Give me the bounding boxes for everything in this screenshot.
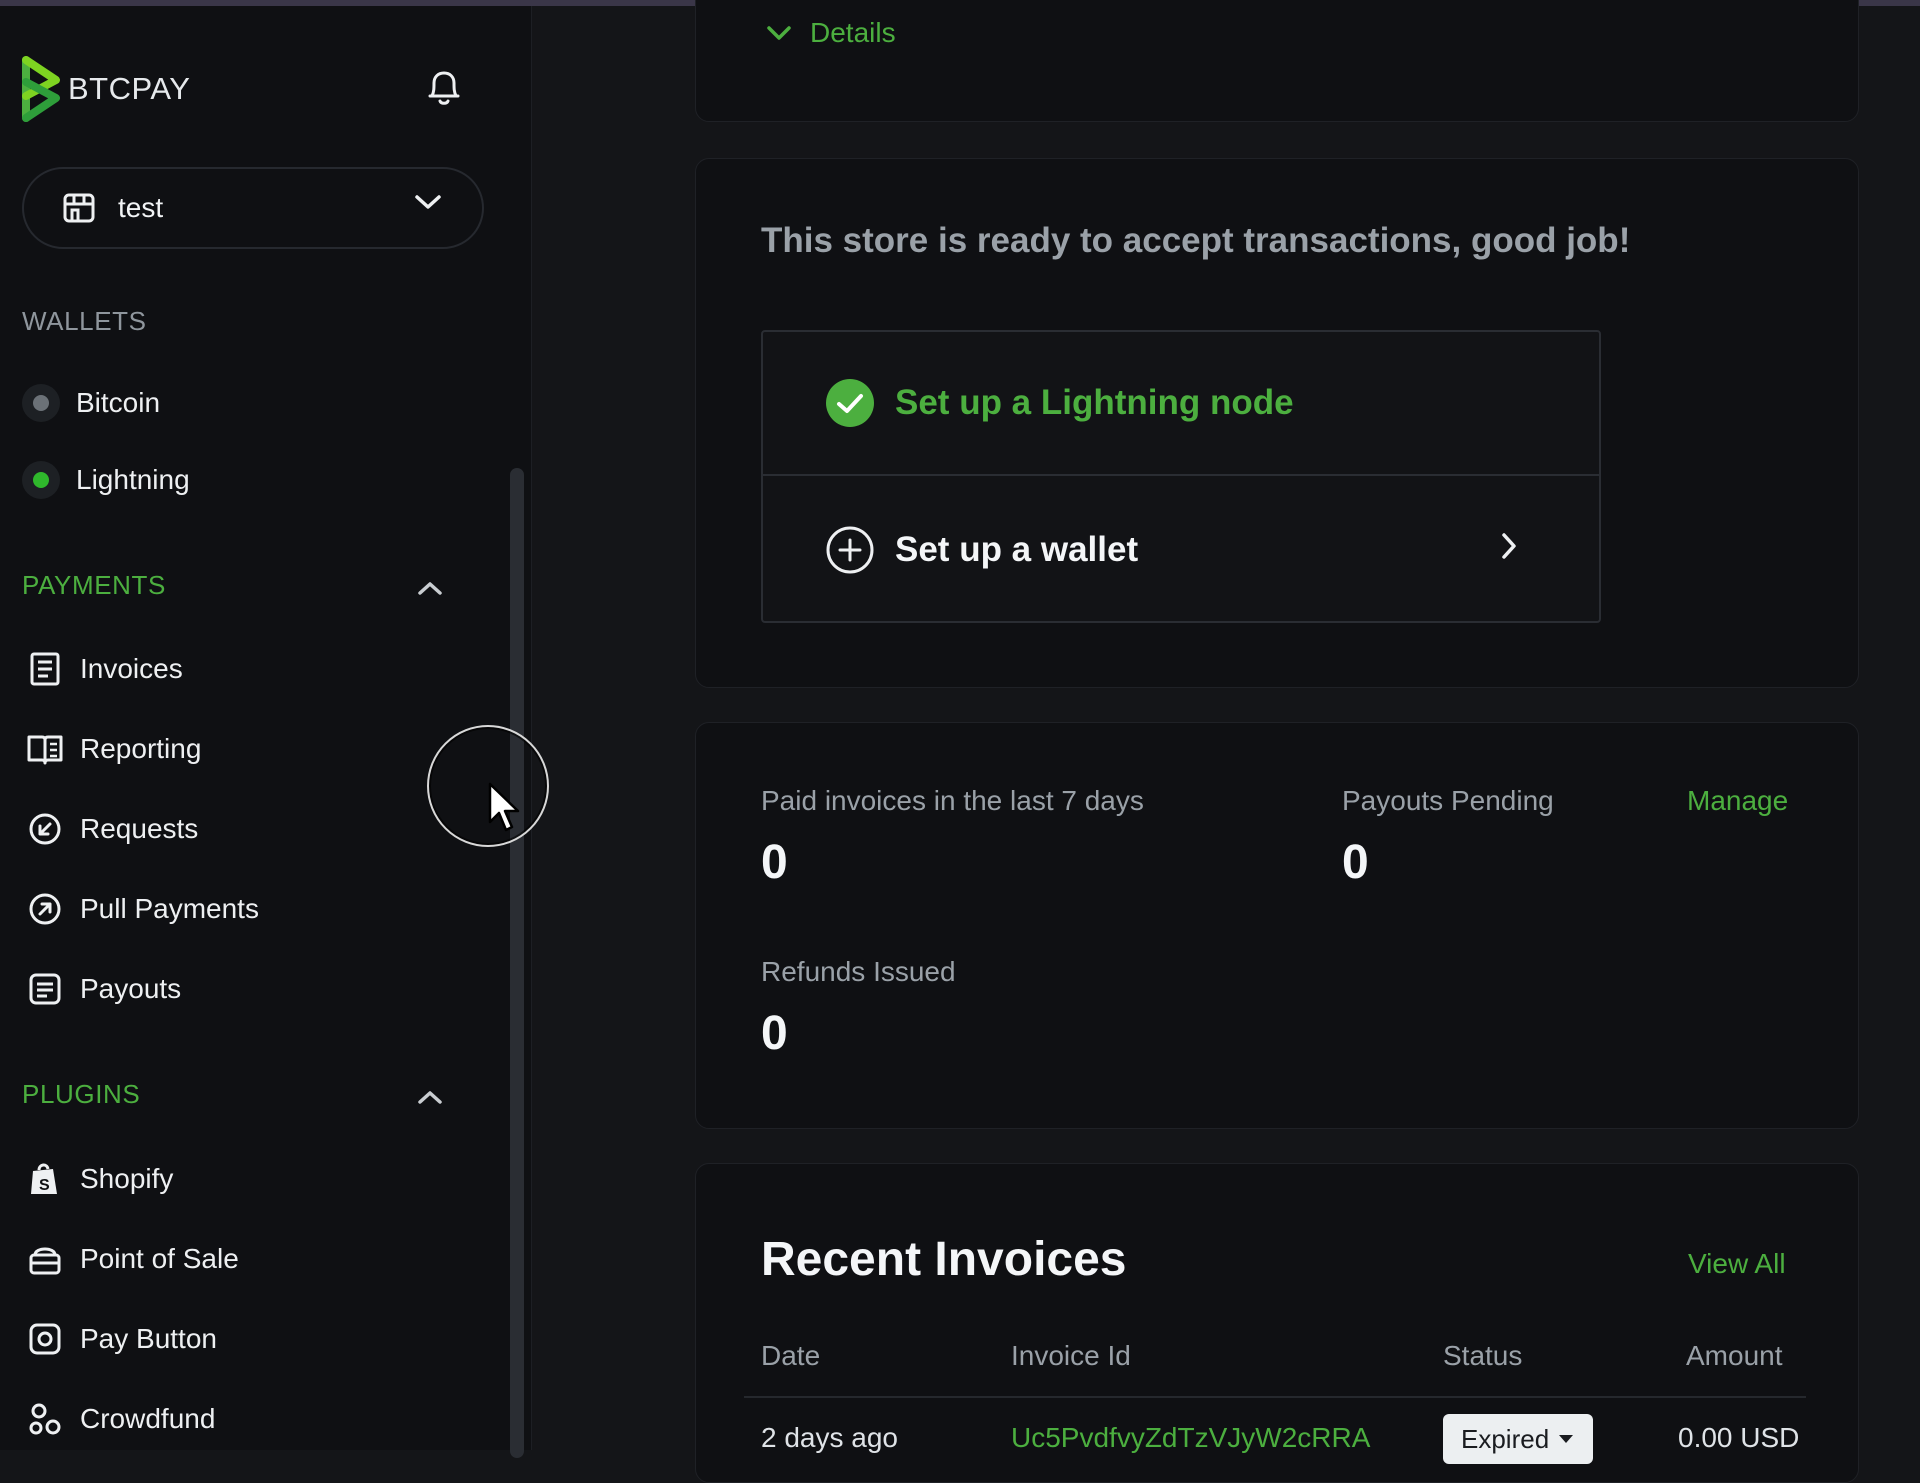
plugins-collapse-toggle[interactable] — [410, 1077, 450, 1117]
status-badge[interactable]: Expired — [1443, 1414, 1593, 1464]
recent-invoices-card: Recent Invoices View All Date Invoice Id… — [695, 1163, 1859, 1483]
sidebar-item-label: Bitcoin — [76, 387, 161, 418]
payments-collapse-toggle[interactable] — [410, 568, 450, 608]
setup-wallet-label: Set up a wallet — [895, 530, 1139, 569]
sidebar: BTCPAY test WALLETS Bitcoin Lightning PA… — [0, 6, 532, 1458]
sidebar-item-lightning[interactable]: Lightning — [22, 461, 190, 499]
paid-invoices-value: 0 — [761, 836, 788, 889]
plus-circle-icon — [826, 526, 874, 574]
chevron-up-icon — [418, 582, 442, 595]
manage-payouts-link[interactable]: Manage — [1687, 785, 1788, 817]
invoice-date: 2 days ago — [761, 1422, 898, 1453]
btcpay-logo[interactable]: BTCPAY — [22, 56, 190, 122]
sidebar-item-pull-payments[interactable]: Pull Payments — [26, 890, 259, 928]
shopify-icon: S — [26, 1160, 64, 1198]
caret-down-icon — [1559, 1435, 1574, 1443]
request-icon — [26, 810, 64, 848]
stats-card: Paid invoices in the last 7 days 0 Payou… — [695, 722, 1859, 1129]
pos-icon — [26, 1240, 64, 1278]
column-header-amount[interactable]: Amount — [1686, 1340, 1783, 1372]
sidebar-item-label: Pay Button — [80, 1323, 217, 1354]
details-card: Details — [695, 0, 1859, 122]
sidebar-item-label: Payouts — [80, 973, 182, 1004]
sidebar-item-reporting[interactable]: Reporting — [26, 730, 201, 768]
sidebar-item-payouts[interactable]: Payouts — [26, 970, 181, 1008]
payouts-pending-value: 0 — [1342, 836, 1369, 889]
store-icon — [63, 193, 95, 223]
view-all-invoices-link[interactable]: View All — [1688, 1248, 1786, 1280]
payouts-pending-label: Payouts Pending — [1342, 785, 1554, 816]
sidebar-item-label: Shopify — [80, 1163, 174, 1194]
invoice-id-link[interactable]: Uc5PvdfvyZdTzVJyW2cRRA — [1011, 1422, 1370, 1454]
sidebar-scrollbar[interactable] — [510, 468, 524, 1458]
table-header-divider — [744, 1396, 1806, 1398]
details-label: Details — [810, 17, 896, 48]
setup-wallet-step[interactable]: Set up a wallet — [763, 478, 1599, 622]
wallets-heading: WALLETS — [22, 306, 147, 336]
chevron-down-icon — [767, 26, 791, 40]
paid-invoices-label: Paid invoices in the last 7 days — [761, 785, 1144, 816]
setup-lightning-step: Set up a Lightning node — [763, 332, 1599, 476]
payout-icon — [26, 970, 64, 1008]
setup-lightning-label: Set up a Lightning node — [895, 383, 1294, 422]
column-header-invoice-id[interactable]: Invoice Id — [1011, 1340, 1131, 1372]
invoice-amount: 0.00 USD — [1678, 1422, 1800, 1453]
crowdfund-icon — [26, 1400, 64, 1438]
plugins-heading: PLUGINS — [22, 1079, 141, 1109]
column-header-date[interactable]: Date — [761, 1340, 820, 1372]
bell-icon — [428, 71, 460, 105]
setup-steps: Set up a Lightning node Set up a wallet — [761, 330, 1601, 623]
invoice-icon — [26, 650, 64, 688]
logo-text: BTCPAY — [68, 71, 191, 106]
setup-title: This store is ready to accept transactio… — [761, 221, 1631, 260]
sidebar-item-pay-button[interactable]: Pay Button — [26, 1320, 217, 1358]
sidebar-item-label: Reporting — [80, 733, 202, 764]
bitcoin-status-dot — [22, 384, 60, 422]
chevron-down-icon — [415, 195, 441, 209]
sidebar-item-invoices[interactable]: Invoices — [26, 650, 183, 688]
sidebar-item-label: Pull Payments — [80, 893, 259, 924]
sidebar-item-crowdfund[interactable]: Crowdfund — [26, 1400, 215, 1438]
payments-heading: PAYMENTS — [22, 570, 166, 600]
svg-text:S: S — [39, 1177, 50, 1194]
refunds-issued-label: Refunds Issued — [761, 956, 956, 987]
chevron-up-icon — [418, 1091, 442, 1104]
sidebar-item-label: Lightning — [76, 464, 190, 495]
setup-card: This store is ready to accept transactio… — [695, 158, 1859, 688]
check-circle-icon — [826, 379, 874, 427]
mouse-pointer-icon — [488, 782, 520, 832]
pay-button-icon — [26, 1320, 64, 1358]
details-toggle[interactable]: Details — [766, 17, 896, 49]
sidebar-item-point-of-sale[interactable]: Point of Sale — [26, 1240, 239, 1278]
chevron-right-icon — [1502, 533, 1516, 559]
refunds-issued-value: 0 — [761, 1007, 788, 1060]
sidebar-item-label: Point of Sale — [80, 1243, 239, 1274]
sidebar-item-label: Requests — [80, 813, 199, 844]
recent-invoices-title: Recent Invoices — [761, 1233, 1127, 1286]
pull-payment-icon — [26, 890, 64, 928]
reporting-icon — [26, 730, 64, 768]
sidebar-item-bitcoin[interactable]: Bitcoin — [22, 384, 160, 422]
notifications-button[interactable] — [422, 66, 466, 110]
sidebar-item-requests[interactable]: Requests — [26, 810, 198, 848]
sidebar-item-label: Invoices — [80, 653, 183, 684]
store-selector-label: test — [118, 192, 164, 223]
sidebar-item-shopify[interactable]: S Shopify — [26, 1160, 173, 1198]
sidebar-item-label: Crowdfund — [80, 1403, 216, 1434]
store-selector[interactable]: test — [22, 167, 484, 249]
lightning-status-dot — [22, 461, 60, 499]
btcpay-logo-icon — [22, 56, 60, 122]
column-header-status[interactable]: Status — [1443, 1340, 1522, 1372]
